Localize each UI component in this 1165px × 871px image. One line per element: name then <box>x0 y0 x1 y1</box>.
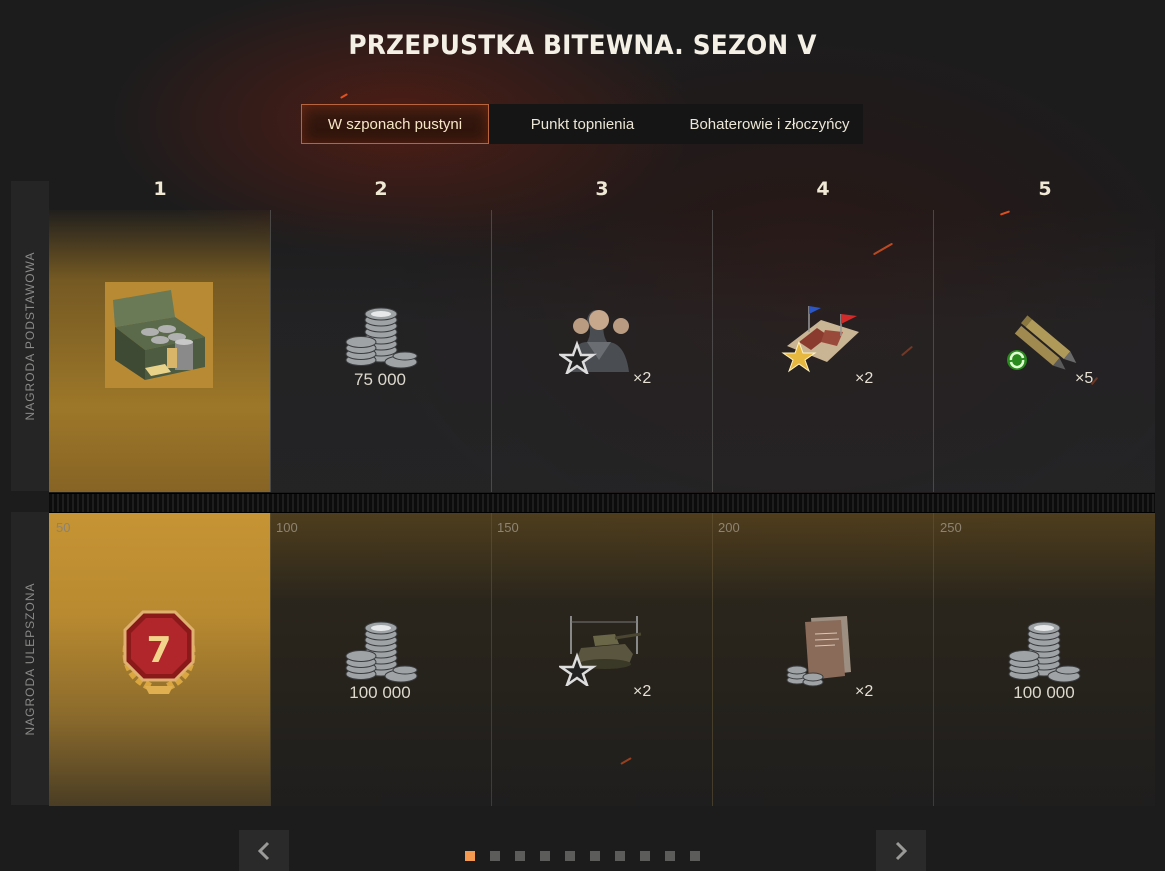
tab-bohaterowie-i-zloczyncy[interactable]: Bohaterowie i złoczyńcy <box>676 104 863 144</box>
silver-coins-icon <box>341 302 421 372</box>
page-dot[interactable] <box>640 851 650 861</box>
season-tabs: W szponach pustyni Punkt topnienia Bohat… <box>301 104 863 144</box>
reward-grid: 50 100 150 200 250 75 000 ×2 ×2 ×5 7 100… <box>49 210 1155 806</box>
column-number-4: 4 <box>816 178 830 200</box>
column-number-1: 1 <box>153 178 167 200</box>
page-dot[interactable] <box>690 851 700 861</box>
page-dot[interactable] <box>615 851 625 861</box>
chevron-left-icon <box>257 841 270 860</box>
page-dot[interactable] <box>540 851 550 861</box>
column-divider <box>491 210 492 492</box>
ember-spark <box>340 93 348 99</box>
basic-reward-label: NAGRODA PODSTAWOWA <box>23 251 37 421</box>
page-dot[interactable] <box>590 851 600 861</box>
points-label-5: 250 <box>940 520 962 535</box>
page-dot[interactable] <box>490 851 500 861</box>
column-divider <box>270 512 271 806</box>
column-number-2: 2 <box>374 178 388 200</box>
column-divider <box>933 210 934 492</box>
tier-7-badge-icon: 7 <box>113 606 205 698</box>
svg-text:7: 7 <box>146 630 171 671</box>
upgraded-reward-label: NAGRODA ULEPSZONA <box>23 581 37 736</box>
page-dot[interactable] <box>515 851 525 861</box>
column-divider <box>712 210 713 492</box>
crew-icon <box>557 302 643 377</box>
points-label-1: 50 <box>56 520 71 535</box>
silver-coins-icon <box>341 616 421 686</box>
column-number-3: 3 <box>595 178 609 200</box>
silver-coins-icon <box>1004 616 1084 686</box>
page-dot[interactable] <box>665 851 675 861</box>
page-dot[interactable] <box>465 851 475 861</box>
next-page-button[interactable] <box>876 830 926 871</box>
tab-w-szponach-pustyni[interactable]: W szponach pustyni <box>301 104 489 144</box>
column-divider <box>491 512 492 806</box>
reward-quantity: ×5 <box>1075 370 1094 387</box>
column-divider <box>270 210 271 492</box>
basic-row-header: NAGRODA PODSTAWOWA <box>11 181 49 491</box>
tab-punkt-topnienia[interactable]: Punkt topnienia <box>489 104 676 144</box>
page-title: PRZEPUSTKA BITEWNA. SEZON V <box>348 30 817 61</box>
column-number-5: 5 <box>1038 178 1052 200</box>
prev-page-button[interactable] <box>239 830 289 871</box>
reward-quantity: ×2 <box>633 683 652 700</box>
column-divider <box>933 512 934 806</box>
documents-credits-icon <box>781 614 865 690</box>
chevron-right-icon <box>895 841 908 860</box>
map-flags-icon <box>781 302 865 374</box>
points-label-4: 200 <box>718 520 740 535</box>
reward-quantity: ×2 <box>855 370 874 387</box>
reward-amount: 75 000 <box>354 370 406 389</box>
reward-quantity: ×2 <box>855 683 874 700</box>
reward-amount: 100 000 <box>1013 683 1075 702</box>
supply-box-icon <box>105 282 213 388</box>
reward-amount: 100 000 <box>349 683 411 702</box>
pagination-dots <box>465 851 700 861</box>
progress-track <box>49 493 1155 513</box>
points-label-2: 100 <box>276 520 298 535</box>
shells-icon <box>1003 302 1087 374</box>
points-label-3: 150 <box>497 520 519 535</box>
page-dot[interactable] <box>565 851 575 861</box>
column-divider <box>712 512 713 806</box>
reward-quantity: ×2 <box>633 370 652 387</box>
tank-style-icon <box>557 614 643 689</box>
upgraded-row-header: NAGRODA ULEPSZONA <box>11 512 49 805</box>
